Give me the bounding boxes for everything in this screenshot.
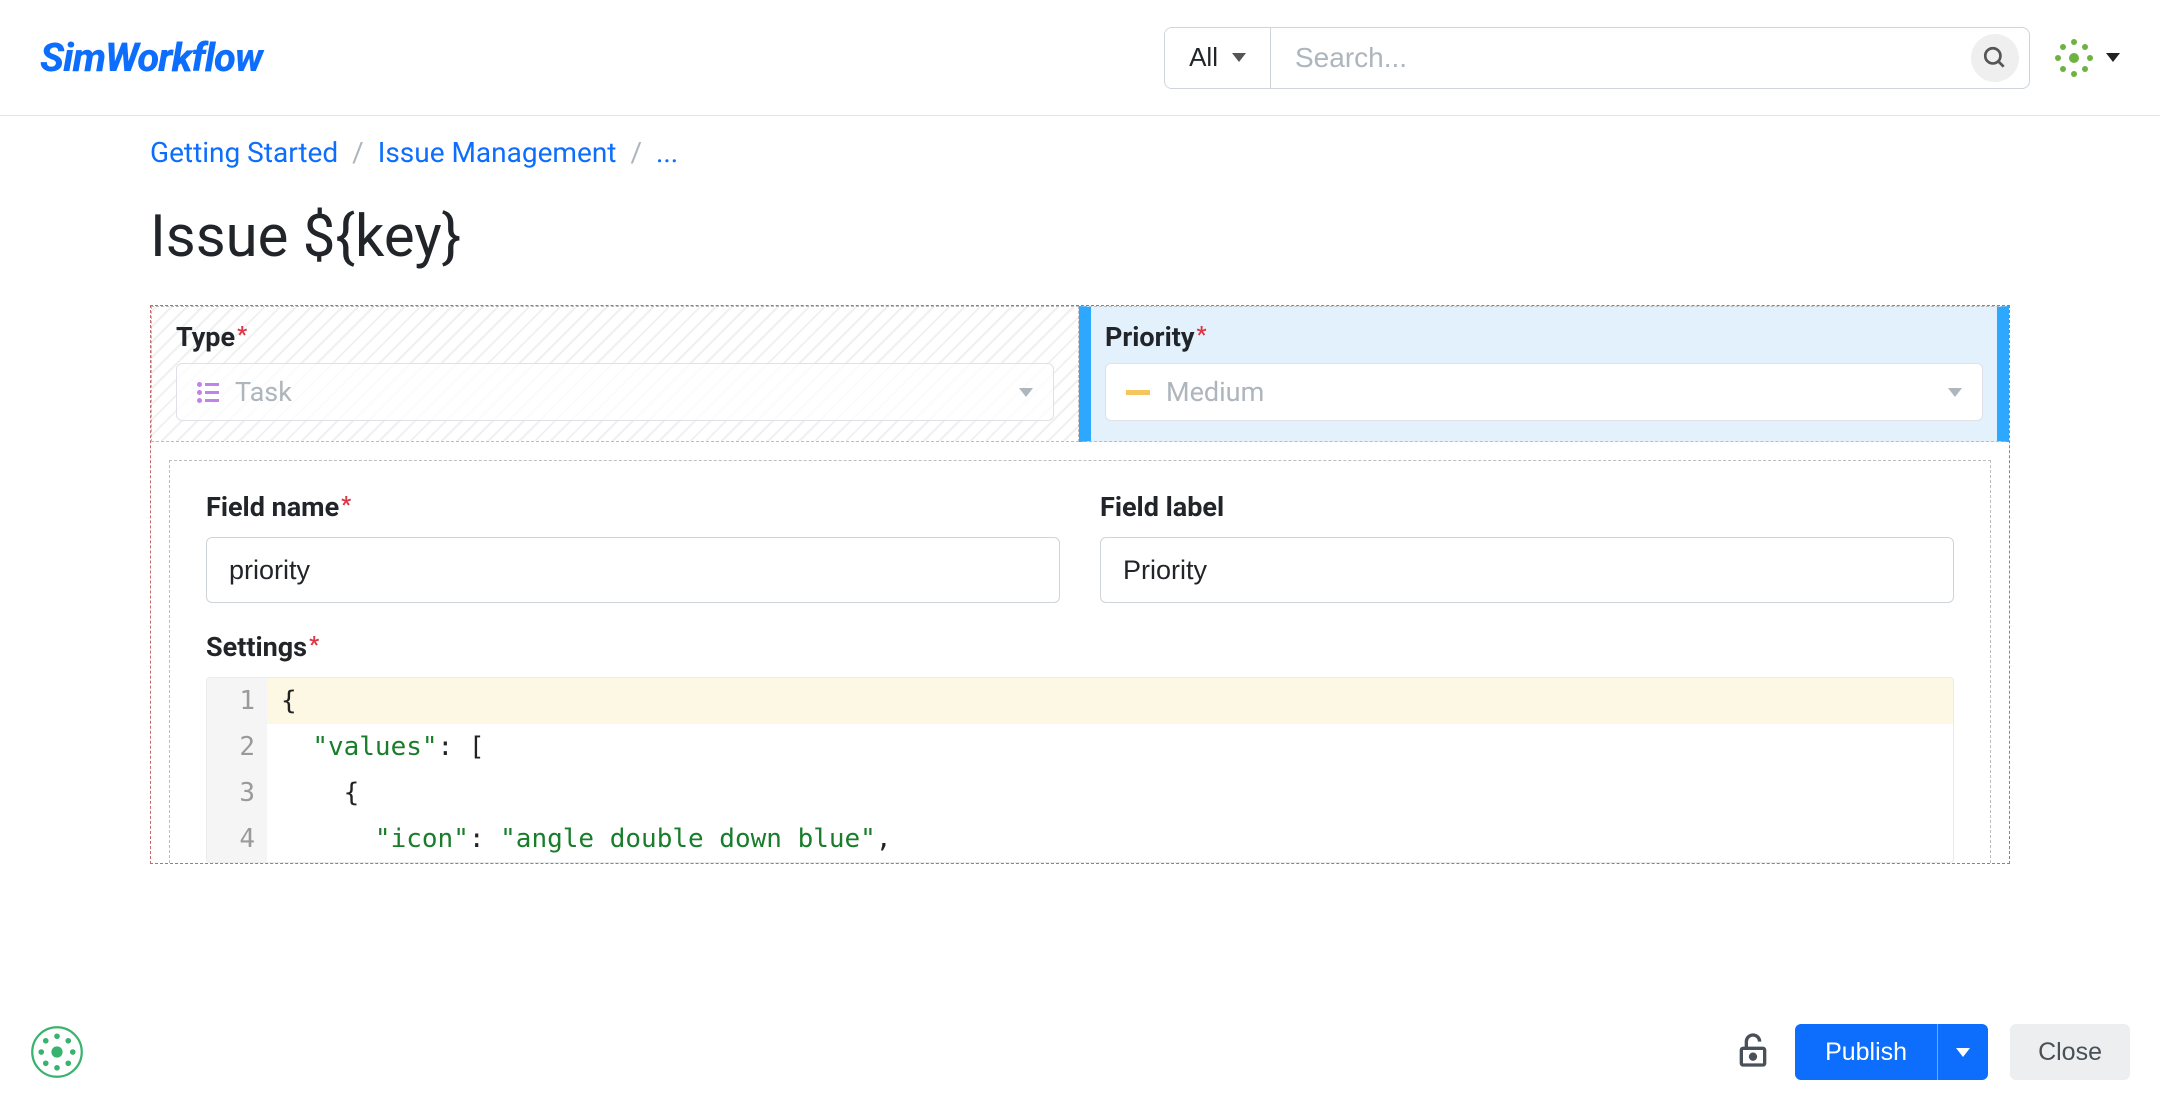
chevron-down-icon [1019,388,1033,397]
breadcrumb: Getting Started / Issue Management / ... [150,136,2010,169]
field-label-input[interactable] [1100,537,1954,603]
field-label-label: Field label [1100,491,1954,523]
field-name-input[interactable] [206,537,1060,603]
required-indicator: * [1196,323,1206,348]
search-icon [1982,45,2008,71]
field-slot-type[interactable]: Type* Task [151,306,1079,442]
publish-label: Publish [1795,1038,1937,1067]
close-button[interactable]: Close [2010,1024,2130,1080]
field-editor-panel: Field name* Field label Settings* 1{2 "v… [169,460,1991,863]
field-name-label: Field name* [206,491,1060,523]
settings-code-editor[interactable]: 1{2 "values": [3 {4 "icon": "angle doubl… [206,677,1954,863]
field-label: Type [176,321,235,353]
form-layout-canvas: Type* Task Priority* Medium [150,305,2010,864]
required-indicator: * [341,493,351,518]
type-select[interactable]: Task [176,363,1054,421]
user-menu[interactable] [2050,34,2120,82]
chevron-down-icon [2106,53,2120,62]
search-group: All [1164,27,2030,89]
avatar-icon [2050,34,2098,82]
unlock-icon[interactable] [1733,1030,1773,1074]
breadcrumb-separator: / [630,136,642,169]
breadcrumb-separator: / [352,136,364,169]
app-header: SimWorkflow All [0,0,2160,116]
select-value: Task [235,376,292,408]
chevron-down-icon [1956,1048,1970,1057]
avatar-icon [30,1025,84,1079]
search-button[interactable] [1971,34,2019,82]
required-indicator: * [237,323,247,348]
list-icon [197,382,219,403]
main-content: Getting Started / Issue Management / ...… [0,116,2160,864]
select-value: Medium [1166,376,1264,408]
chevron-down-icon [1948,388,1962,397]
breadcrumb-link[interactable]: Getting Started [150,136,338,169]
priority-select[interactable]: Medium [1105,363,1983,421]
publish-button[interactable]: Publish [1795,1024,1988,1080]
field-label: Priority [1105,321,1194,353]
chevron-down-icon [1232,53,1246,62]
publish-dropdown[interactable] [1937,1024,1988,1080]
page-title: Issue ${key} [150,203,2010,271]
footer-bar: Publish Close [0,1004,2160,1100]
priority-medium-icon [1126,390,1150,395]
field-slot-priority[interactable]: Priority* Medium [1079,306,2009,442]
search-filter-dropdown[interactable]: All [1165,28,1271,88]
breadcrumb-link[interactable]: Issue Management [378,136,617,169]
settings-label: Settings* [206,631,1954,663]
logo: SimWorkflow [40,34,262,81]
filter-label: All [1189,42,1218,73]
search-input[interactable] [1271,28,1971,88]
breadcrumb-more[interactable]: ... [656,136,678,169]
required-indicator: * [309,633,319,658]
